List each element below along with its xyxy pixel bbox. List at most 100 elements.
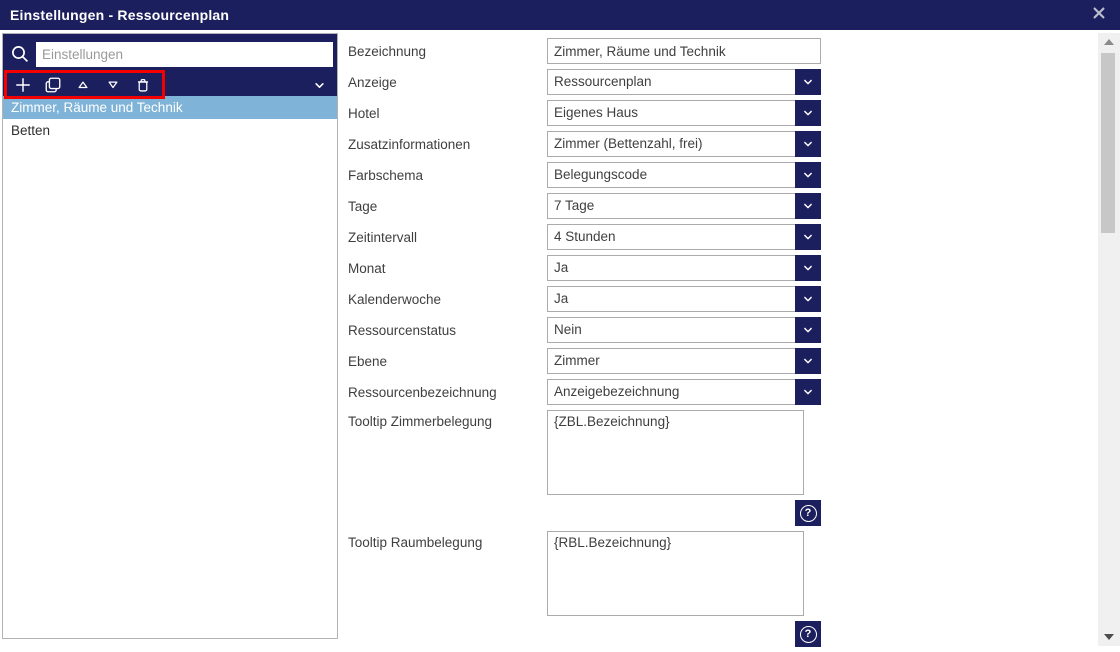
tooltip-zimmerbelegung-textarea[interactable]: [547, 410, 804, 495]
chevron-down-icon: [801, 75, 815, 89]
delete-button[interactable]: [133, 75, 153, 95]
zeitintervall-select-value: 4 Stunden: [548, 225, 820, 249]
chevron-down-icon: [801, 354, 815, 368]
anzeige-select-button[interactable]: [795, 69, 821, 95]
scroll-up-button[interactable]: [1098, 33, 1120, 51]
hotel-select-value: Eigenes Haus: [548, 101, 820, 125]
vertical-scrollbar[interactable]: [1098, 33, 1120, 646]
form-row-tooltip-raumbelegung: Tooltip Raumbelegung: [348, 531, 821, 616]
zusatzinformationen-select-value: Zimmer (Bettenzahl, frei): [548, 132, 820, 156]
ressourcenbezeichnung-select-value: Anzeigebezeichnung: [548, 380, 820, 404]
kalenderwoche-select[interactable]: Ja: [547, 286, 821, 312]
anzeige-select[interactable]: Ressourcenplan: [547, 69, 821, 95]
settings-list: Zimmer, Räume und TechnikBetten: [3, 96, 337, 142]
field-label-farbschema: Farbschema: [348, 168, 547, 183]
form-row-zeitintervall: Zeitintervall4 Stunden: [348, 224, 821, 250]
ebene-select[interactable]: Zimmer: [547, 348, 821, 374]
dialog-title: Einstellungen - Ressourcenplan: [10, 7, 229, 23]
sidebar-toolbar: [3, 69, 337, 101]
zeitintervall-select[interactable]: 4 Stunden: [547, 224, 821, 250]
settings-sidebar: Zimmer, Räume und TechnikBetten: [2, 33, 338, 639]
ressourcenstatus-select-value: Nein: [548, 318, 820, 342]
chevron-down-icon: [801, 292, 815, 306]
move-up-button[interactable]: [73, 75, 93, 95]
sidebar-item-1[interactable]: Betten: [3, 119, 337, 142]
field-label-tage: Tage: [348, 199, 547, 214]
zusatzinformationen-select[interactable]: Zimmer (Bettenzahl, frei): [547, 131, 821, 157]
triangle-down-icon: [1104, 634, 1114, 640]
field-label-hotel: Hotel: [348, 106, 547, 121]
help-button-tooltip-zimmerbelegung[interactable]: ?: [795, 500, 821, 526]
field-label-kalenderwoche: Kalenderwoche: [348, 292, 547, 307]
monat-select-value: Ja: [548, 256, 820, 280]
farbschema-select-button[interactable]: [795, 162, 821, 188]
chevron-down-icon: [312, 78, 327, 93]
add-button[interactable]: [13, 75, 33, 95]
ressourcenstatus-select[interactable]: Nein: [547, 317, 821, 343]
tage-select[interactable]: 7 Tage: [547, 193, 821, 219]
farbschema-select[interactable]: Belegungscode: [547, 162, 821, 188]
ebene-select-button[interactable]: [795, 348, 821, 374]
form-row-zusatzinformationen: ZusatzinformationenZimmer (Bettenzahl, f…: [348, 131, 821, 157]
hotel-select-button[interactable]: [795, 100, 821, 126]
close-icon: [1092, 6, 1106, 25]
chevron-down-icon: [801, 230, 815, 244]
copy-icon: [44, 76, 62, 94]
form-row-tooltip-zimmerbelegung: Tooltip Zimmerbelegung: [348, 410, 821, 495]
field-label-ressourcenbezeichnung: Ressourcenbezeichnung: [348, 385, 547, 400]
triangle-up-icon: [74, 76, 92, 94]
field-label-bezeichnung: Bezeichnung: [348, 44, 547, 59]
help-button-tooltip-raumbelegung[interactable]: ?: [795, 621, 821, 647]
plus-icon: [14, 76, 32, 94]
chevron-down-icon: [801, 106, 815, 120]
chevron-down-icon: [801, 261, 815, 275]
field-label-ebene: Ebene: [348, 354, 547, 369]
field-label-tooltip-raumbelegung: Tooltip Raumbelegung: [348, 531, 547, 550]
bezeichnung-input[interactable]: [547, 38, 821, 64]
scrollbar-thumb[interactable]: [1101, 53, 1115, 233]
close-button[interactable]: [1091, 7, 1107, 23]
form-row-ressourcenbezeichnung: RessourcenbezeichnungAnzeigebezeichnung: [348, 379, 821, 405]
sidebar-header: [3, 34, 337, 96]
triangle-down-icon: [104, 76, 122, 94]
ressourcenstatus-select-button[interactable]: [795, 317, 821, 343]
form-row-anzeige: AnzeigeRessourcenplan: [348, 69, 821, 95]
ressourcenbezeichnung-select[interactable]: Anzeigebezeichnung: [547, 379, 821, 405]
anzeige-select-value: Ressourcenplan: [548, 70, 820, 94]
field-label-anzeige: Anzeige: [348, 75, 547, 90]
farbschema-select-value: Belegungscode: [548, 163, 820, 187]
monat-select-button[interactable]: [795, 255, 821, 281]
chevron-down-icon: [801, 323, 815, 337]
duplicate-button[interactable]: [43, 75, 63, 95]
help-row-tooltip-zimmerbelegung: ?: [348, 500, 821, 526]
search-icon: [8, 42, 32, 66]
kalenderwoche-select-button[interactable]: [795, 286, 821, 312]
monat-select[interactable]: Ja: [547, 255, 821, 281]
search-input[interactable]: [36, 42, 333, 67]
kalenderwoche-select-value: Ja: [548, 287, 820, 311]
toolbar-button-group: [13, 75, 163, 95]
chevron-down-icon: [801, 199, 815, 213]
form-row-kalenderwoche: KalenderwocheJa: [348, 286, 821, 312]
form-row-hotel: HotelEigenes Haus: [348, 100, 821, 126]
form-row-bezeichnung: Bezeichnung: [348, 38, 821, 64]
form-row-monat: MonatJa: [348, 255, 821, 281]
tage-select-button[interactable]: [795, 193, 821, 219]
trash-icon: [134, 76, 152, 94]
question-mark-icon: ?: [800, 505, 817, 522]
question-mark-icon: ?: [800, 626, 817, 643]
move-down-button[interactable]: [103, 75, 123, 95]
scroll-down-button[interactable]: [1098, 628, 1120, 646]
form-row-farbschema: FarbschemaBelegungscode: [348, 162, 821, 188]
help-row-tooltip-raumbelegung: ?: [348, 621, 821, 647]
tooltip-raumbelegung-textarea[interactable]: [547, 531, 804, 616]
ebene-select-value: Zimmer: [548, 349, 820, 373]
form-row-tage: Tage7 Tage: [348, 193, 821, 219]
search-row: [3, 34, 337, 69]
zusatzinformationen-select-button[interactable]: [795, 131, 821, 157]
hotel-select[interactable]: Eigenes Haus: [547, 100, 821, 126]
collapse-button[interactable]: [312, 78, 327, 93]
zeitintervall-select-button[interactable]: [795, 224, 821, 250]
field-label-monat: Monat: [348, 261, 547, 276]
ressourcenbezeichnung-select-button[interactable]: [795, 379, 821, 405]
